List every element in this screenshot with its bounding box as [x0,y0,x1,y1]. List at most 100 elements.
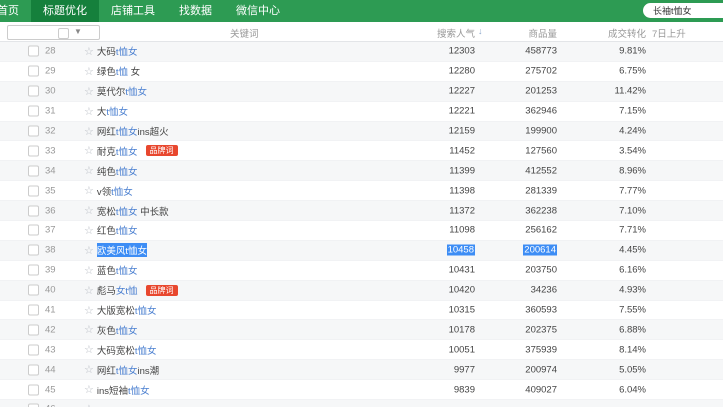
batch-select-dropdown[interactable]: ▼ [7,25,100,40]
star-icon[interactable]: ☆ [84,184,94,197]
keyword-cell: ☆ 大码宽松t恤女 [84,343,157,357]
keyword-cell: ☆ 网红t恤女ins超火 [84,124,169,139]
row-checkbox[interactable] [28,185,39,197]
star-icon[interactable]: ☆ [84,125,94,138]
keyword-link[interactable]: 女t恤 [116,286,138,297]
row-checkbox[interactable] [28,264,39,276]
row-checkbox[interactable] [28,384,39,396]
keyword-link[interactable]: t恤女 [111,187,133,198]
top-navbar: 首页 标题优化 店铺工具 找数据 微信中心 [0,0,723,22]
table-row: 29 ☆ 绿色t恤 女 12280 275702 6.75% [0,61,723,82]
table-row: 45 ☆ ins短袖t恤女 9839 409027 6.04% [0,380,723,401]
row-checkbox[interactable] [28,125,39,137]
table-row: 40 ☆ 彪马女t恤 品牌词 10420 34236 4.93% [0,280,723,301]
conversion-value: 6.16% [619,264,646,276]
table-row: 37 ☆ 红色t恤女 11098 256162 7.71% [0,221,723,241]
star-icon[interactable]: ☆ [84,204,94,217]
nav-item-1[interactable]: 标题优化 [31,0,99,22]
keyword-cell: ☆ 大版宽松t恤女 [84,303,157,318]
nav-item-2[interactable]: 店铺工具 [99,0,167,22]
keyword-link[interactable]: t恤 [116,67,128,78]
header-rise-7d[interactable]: 7日上升 [652,26,686,40]
keyword-text: 网红t恤女ins潮 [96,365,160,377]
header-conversion[interactable]: 成交转化 [546,26,646,40]
row-checkbox[interactable] [28,145,39,157]
row-index: 33 [45,145,56,157]
row-checkbox[interactable] [28,85,39,97]
row-checkbox[interactable] [28,304,39,316]
keyword-link[interactable]: t恤女 [135,306,157,317]
row-checkbox[interactable] [28,364,39,376]
star-icon[interactable]: ☆ [84,224,94,237]
row-checkbox[interactable] [28,205,39,217]
star-icon[interactable]: ☆ [84,45,94,58]
keyword-link[interactable]: t恤女 [128,386,150,397]
star-icon[interactable]: ☆ [84,343,94,356]
table-row: 39 ☆ 蓝色t恤女 10431 203750 6.16% [0,260,723,281]
keyword-link[interactable]: t恤女 [116,226,138,237]
keyword-link[interactable]: t恤女 [116,207,138,218]
keyword-link[interactable]: t恤女 [125,87,147,98]
keyword-cell: ☆ 欧美风t恤女 [84,243,148,258]
keyword-link[interactable]: t恤女 [125,246,147,257]
row-index: 40 [45,284,56,296]
row-checkbox[interactable] [28,224,39,236]
keyword-link[interactable]: t恤女 [116,127,138,138]
star-icon[interactable]: ☆ [84,383,94,396]
keyword-cell: ☆ 纯色t恤女 [84,164,138,178]
conversion-value: 3.54% [619,145,646,157]
keyword-cell: ☆ 耐克t恤女 品牌词 [84,144,178,158]
star-icon[interactable]: ☆ [84,85,94,98]
keyword-link[interactable]: t恤女 [135,346,157,357]
keyword-link[interactable]: t恤女 [106,107,128,118]
table-row: 35 ☆ v领t恤女 11398 281339 7.77% [0,181,723,202]
keyword-link[interactable]: t恤女 [116,366,138,377]
header-keyword: 关键词 [230,29,259,40]
table-row: 33 ☆ 耐克t恤女 品牌词 11452 127560 3.54% [0,141,723,162]
keyword-link[interactable]: t恤女 [116,147,138,158]
keyword-text: 红色t恤女 [96,226,138,238]
row-checkbox[interactable] [28,45,39,57]
keyword-link[interactable]: t恤女 [116,167,138,178]
star-icon[interactable]: ☆ [84,244,94,257]
row-checkbox[interactable] [28,165,39,177]
star-icon[interactable]: ☆ [84,264,94,277]
nav-item-0[interactable]: 首页 [0,0,31,22]
search-input[interactable] [643,3,723,18]
keyword-link[interactable]: t恤女 [116,266,138,277]
star-icon[interactable]: ☆ [84,304,94,317]
star-icon[interactable]: ☆ [84,65,94,78]
keyword-text: v领t恤女 [96,186,133,198]
nav-item-3[interactable]: 找数据 [167,0,224,22]
keyword-analysis-page: 首页标题优化店铺工具找数据微信中心 ▼ 关键词 搜索人气 ↓ 商品量 成交转化 … [0,0,723,407]
products-value: 203750 [525,264,557,276]
row-index: 35 [45,185,56,197]
products-value: 362946 [525,105,557,117]
row-checkbox[interactable] [28,105,39,117]
row-checkbox[interactable] [28,324,39,336]
star-icon[interactable]: ☆ [84,363,94,376]
star-icon[interactable]: ☆ [84,144,94,157]
row-checkbox[interactable] [28,244,39,256]
table-row: 32 ☆ 网红t恤女ins超火 12159 199900 4.24% [0,121,723,142]
row-checkbox[interactable] [28,65,39,77]
keyword-text: 蓝色t恤女 [96,266,138,278]
row-index: 37 [45,224,56,236]
keyword-link[interactable]: t恤女 [116,326,138,337]
star-icon[interactable]: ☆ [84,403,94,407]
nav-item-4[interactable]: 微信中心 [224,0,292,22]
star-icon[interactable]: ☆ [84,323,94,336]
star-icon[interactable]: ☆ [84,164,94,177]
products-value: 375939 [525,344,557,356]
star-icon[interactable]: ☆ [84,105,94,118]
star-icon[interactable]: ☆ [84,284,94,297]
row-index: 30 [45,85,56,97]
conversion-value: 6.88% [619,324,646,336]
conversion-value: 7.77% [619,185,646,197]
keyword-link[interactable]: t恤女 [116,47,138,58]
row-checkbox[interactable] [28,284,39,296]
header-products[interactable]: 商品量 [457,26,557,40]
keyword-cell: ☆ 宽松t恤女 中长款 [84,204,169,218]
row-checkbox[interactable] [28,344,39,356]
select-all-checkbox[interactable] [58,28,69,39]
